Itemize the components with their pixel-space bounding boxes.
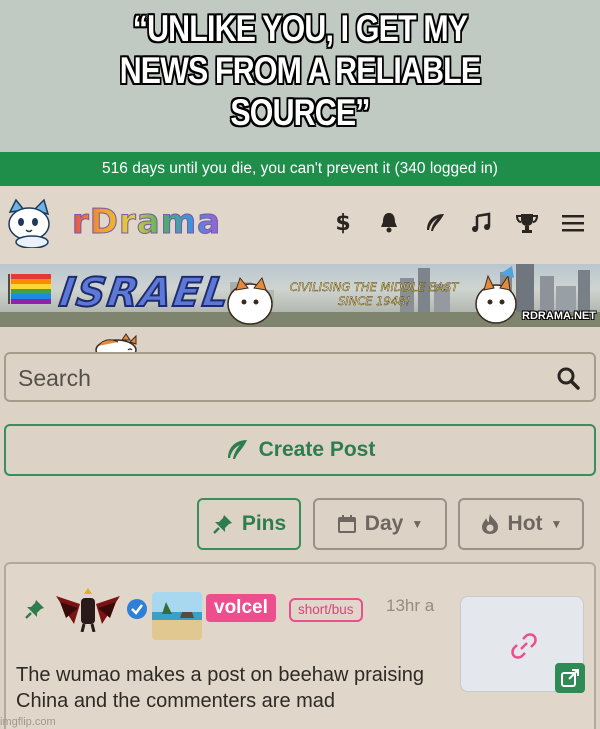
chevron-down-icon: ▼ [550, 517, 563, 531]
pins-button[interactable]: Pins [197, 498, 301, 550]
pinned-icon [25, 600, 44, 619]
hero-site-label: RDRAMA.NET [522, 310, 596, 322]
avatar[interactable] [152, 592, 202, 640]
feather-icon [227, 440, 247, 459]
hero-slogan: CIVILISING THE MIDDLE EAST SINCE 1948! [276, 280, 472, 308]
verified-badge-icon [127, 599, 147, 619]
bell-icon[interactable] [374, 208, 404, 238]
post-thumbnail[interactable] [460, 596, 585, 693]
fire-icon [481, 514, 498, 534]
dollar-icon[interactable]: $ [328, 208, 358, 238]
search-icon[interactable] [556, 366, 580, 390]
feather-icon[interactable] [420, 208, 450, 238]
hero-title: ISRAEL [56, 269, 235, 317]
day-label: Day [364, 512, 404, 535]
day-dropdown[interactable]: Day ▼ [313, 498, 447, 550]
rainbow-flag-icon [8, 274, 51, 304]
post-title[interactable]: The wumao makes a post on beehaw praisin… [16, 662, 456, 714]
menu-icon[interactable] [558, 208, 588, 238]
watermark: imgflip.com [0, 716, 56, 728]
meme-caption-line-2: NEWS FROM A RELIABLE SOURCE” [119, 50, 481, 133]
username-badge[interactable]: volcel [206, 594, 276, 622]
pins-label: Pins [241, 512, 287, 535]
external-link-icon[interactable] [555, 663, 585, 693]
search-box [4, 352, 596, 402]
hot-dropdown[interactable]: Hot ▼ [458, 498, 584, 550]
calendar-icon [337, 515, 356, 533]
user-flair: short/bus [289, 598, 363, 622]
meme-caption: “UNLIKE YOU, I GET MY NEWS FROM A RELIAB… [0, 0, 600, 152]
site-header: rDrama $ [0, 186, 600, 264]
hero-banner[interactable]: ISRAEL CIVILISING THE MIDDLE EAST SINCE … [0, 264, 600, 327]
countdown-banner: 516 days until you die, you can't preven… [0, 152, 600, 186]
header-icons: $ [328, 208, 588, 238]
create-post-label: Create Post [258, 438, 376, 461]
chevron-down-icon: ▼ [411, 517, 424, 531]
create-post-button[interactable]: Create Post [4, 424, 596, 476]
link-icon [511, 633, 537, 659]
search-input[interactable] [18, 364, 538, 392]
beach-avatar-icon [152, 592, 202, 640]
music-note-icon[interactable] [466, 208, 496, 238]
hero-slogan-line-2: SINCE 1948! [337, 294, 411, 308]
devil-badge-icon [56, 588, 120, 632]
trophy-icon[interactable] [512, 208, 542, 238]
post-card[interactable]: volcel short/bus 13hr a The wumao makes … [4, 562, 596, 729]
meme-caption-text: “UNLIKE YOU, I GET MY NEWS FROM A RELIAB… [54, 8, 546, 134]
hot-label: Hot [507, 512, 543, 535]
cat-logo-icon[interactable] [4, 198, 56, 248]
hero-slogan-line-1: CIVILISING THE MIDDLE EAST [289, 280, 459, 294]
pin-icon [212, 515, 232, 534]
post-timestamp: 13hr a [386, 596, 435, 615]
meme-caption-line-1: “UNLIKE YOU, I GET MY [132, 8, 468, 49]
site-logo-text[interactable]: rDrama [71, 202, 221, 243]
